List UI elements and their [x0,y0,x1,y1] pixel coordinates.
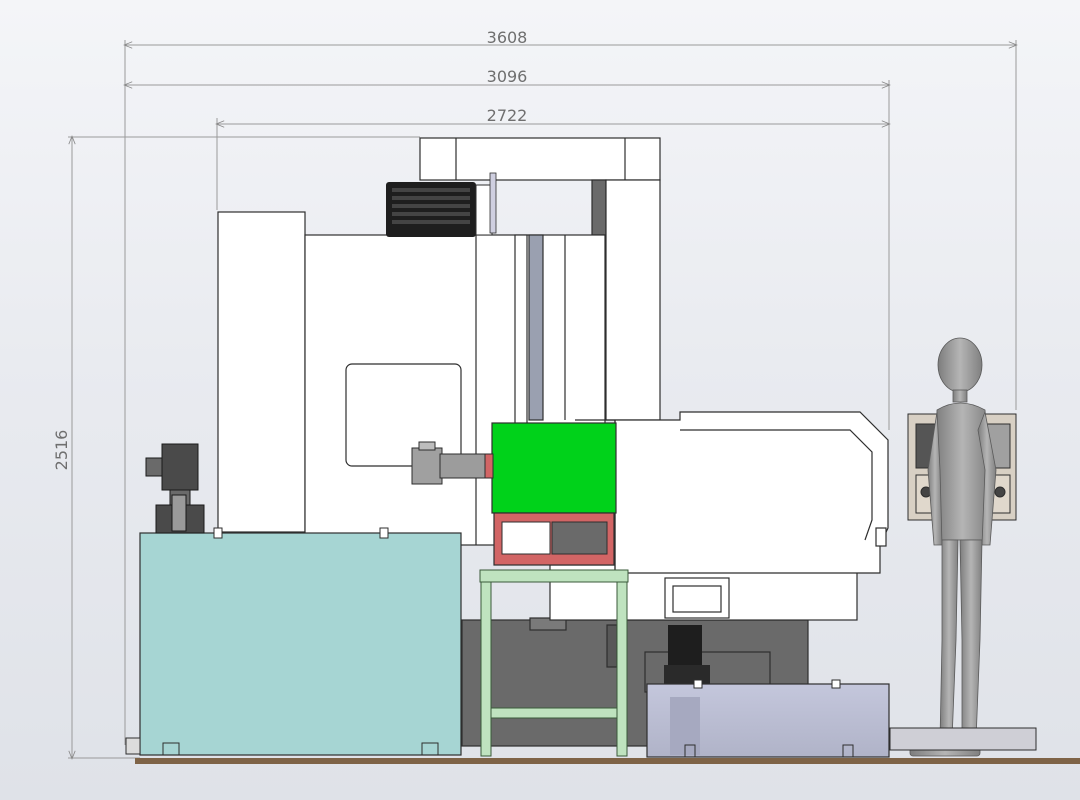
machine-drawing: 3608 3096 2722 2516 [52,28,1080,764]
coolant-pump [145,443,205,534]
dimension-machine-width: 2722 [487,106,528,125]
mannequin-figure [909,337,997,757]
spindle-housing [575,411,889,574]
operator-platform [889,727,1037,751]
dimension-height: 2516 [52,430,71,471]
dimension-middle-width: 3096 [487,67,528,86]
hopper-unit [491,422,617,566]
dimension-overall-width: 3608 [487,28,528,47]
spindle-motor [386,172,497,237]
coolant-tank [125,527,462,756]
floor-plate [135,758,1080,764]
